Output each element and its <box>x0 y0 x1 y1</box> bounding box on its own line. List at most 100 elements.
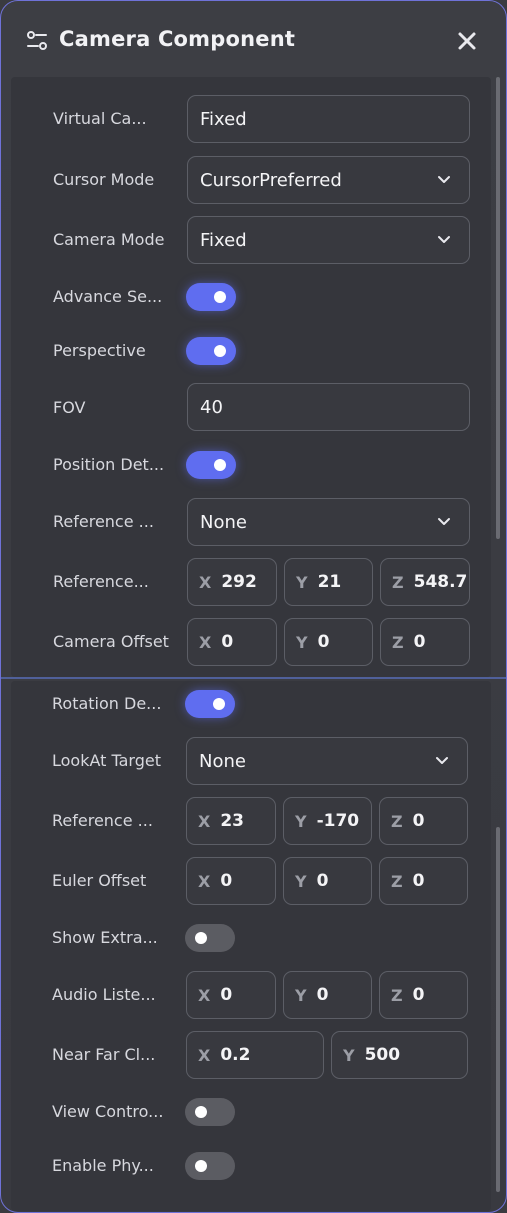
axis-y-label: Y <box>295 811 307 831</box>
camera-offset-x[interactable]: X0 <box>187 618 277 666</box>
lookat-target-label: LookAt Target <box>52 751 161 770</box>
reference-position-y-value: 21 <box>317 572 342 592</box>
reference-rotation-z-value: 0 <box>412 811 425 831</box>
axis-z-label: Z <box>391 811 403 831</box>
audio-listener-x-value: 0 <box>220 985 233 1005</box>
reference-rotation-y-value: -170 <box>316 811 360 831</box>
axis-x-label: X <box>198 1045 211 1065</box>
audio-listener-label: Audio Liste... <box>52 985 156 1004</box>
perspective-label: Perspective <box>53 341 146 360</box>
camera-mode-value: Fixed <box>200 229 247 251</box>
reference-target-label: Reference ... <box>53 512 154 531</box>
view-control-toggle[interactable] <box>185 1098 235 1126</box>
axis-z-label: Z <box>392 572 404 592</box>
axis-y-label: Y <box>296 572 308 592</box>
reference-position-x-value: 292 <box>221 572 257 592</box>
axis-x-label: X <box>198 985 211 1005</box>
camera-mode-dropdown[interactable]: Fixed <box>187 216 470 264</box>
reference-rotation-x-value: 23 <box>220 811 245 831</box>
rotation-detail-toggle[interactable] <box>185 690 235 718</box>
sliders-icon <box>27 31 47 50</box>
camera-offset-z-value: 0 <box>413 632 426 652</box>
scrollbar-bottom[interactable] <box>496 827 500 1192</box>
scrollbar-top[interactable] <box>496 77 500 539</box>
view-control-label: View Contro... <box>52 1102 164 1121</box>
far-clip-input[interactable]: Y 500 <box>331 1031 468 1079</box>
enable-physics-toggle[interactable] <box>185 1152 235 1180</box>
axis-y-label: Y <box>295 985 307 1005</box>
panel-header: Camera Component <box>1 1 506 77</box>
virtual-camera-value: Fixed <box>200 108 247 130</box>
advance-settings-label: Advance Se... <box>53 287 163 306</box>
position-detail-toggle[interactable] <box>186 451 236 479</box>
camera-offset-y[interactable]: Y0 <box>284 618 373 666</box>
chevron-down-icon <box>438 176 450 183</box>
near-clip-value: 0.2 <box>220 1045 251 1065</box>
cursor-mode-dropdown[interactable]: CursorPreferred <box>187 156 470 204</box>
camera-offset-y-value: 0 <box>317 632 330 652</box>
chevron-down-icon <box>436 757 448 764</box>
reference-position-x[interactable]: X 292 <box>187 558 277 606</box>
axis-x-label: X <box>199 572 212 592</box>
reference-position-z-value: 548.7 <box>413 572 468 592</box>
axis-x-label: X <box>199 632 212 652</box>
lookat-target-dropdown[interactable]: None <box>186 737 468 785</box>
enable-physics-label: Enable Phy... <box>52 1156 154 1175</box>
axis-y-label: Y <box>343 1045 355 1065</box>
section-divider <box>1 677 506 679</box>
lookat-target-value: None <box>199 750 246 772</box>
fov-label: FOV <box>53 398 86 417</box>
chevron-down-icon <box>438 236 450 243</box>
euler-offset-y-value: 0 <box>316 871 329 891</box>
perspective-toggle[interactable] <box>186 337 236 365</box>
euler-offset-x[interactable]: X0 <box>186 857 276 905</box>
near-far-clip-label: Near Far Cl... <box>52 1045 156 1064</box>
virtual-camera-label: Virtual Ca... <box>53 109 147 128</box>
audio-listener-y[interactable]: Y0 <box>283 971 372 1019</box>
camera-offset-z[interactable]: Z0 <box>380 618 470 666</box>
axis-z-label: Z <box>392 632 404 652</box>
camera-offset-x-value: 0 <box>221 632 234 652</box>
near-clip-input[interactable]: X 0.2 <box>186 1031 324 1079</box>
camera-component-panel: Camera Component Virtual Ca... Fixed Cur… <box>0 0 507 1213</box>
axis-y-label: Y <box>296 632 308 652</box>
euler-offset-z[interactable]: Z0 <box>379 857 468 905</box>
reference-rotation-z[interactable]: Z0 <box>379 797 468 845</box>
reference-target-value: None <box>200 511 247 533</box>
euler-offset-x-value: 0 <box>220 871 233 891</box>
audio-listener-z[interactable]: Z0 <box>379 971 468 1019</box>
audio-listener-z-value: 0 <box>412 985 425 1005</box>
reference-position-z[interactable]: Z 548.7 <box>380 558 470 606</box>
reference-position-y[interactable]: Y 21 <box>284 558 373 606</box>
toggle-knob <box>195 1106 207 1118</box>
toggle-knob <box>195 1160 207 1172</box>
reference-target-dropdown[interactable]: None <box>187 498 470 546</box>
far-clip-value: 500 <box>364 1045 401 1065</box>
axis-z-label: Z <box>391 871 403 891</box>
toggle-knob <box>195 932 207 944</box>
euler-offset-y[interactable]: Y0 <box>283 857 372 905</box>
audio-listener-y-value: 0 <box>316 985 329 1005</box>
fov-value: 40 <box>200 396 223 418</box>
show-extra-label: Show Extra... <box>52 928 158 947</box>
audio-listener-x[interactable]: X0 <box>186 971 276 1019</box>
reference-rotation-label: Reference ... <box>52 811 153 830</box>
toggle-knob <box>214 291 226 303</box>
camera-offset-label: Camera Offset <box>53 632 169 651</box>
show-extra-toggle[interactable] <box>185 924 235 952</box>
cursor-mode-label: Cursor Mode <box>53 170 155 189</box>
euler-offset-label: Euler Offset <box>52 871 147 890</box>
advance-settings-toggle[interactable] <box>186 283 236 311</box>
reference-rotation-x[interactable]: X 23 <box>186 797 276 845</box>
fov-input[interactable]: 40 <box>187 383 470 431</box>
close-icon[interactable] <box>455 29 479 53</box>
camera-mode-label: Camera Mode <box>53 230 165 249</box>
reference-rotation-y[interactable]: Y -170 <box>283 797 372 845</box>
euler-offset-z-value: 0 <box>412 871 425 891</box>
position-detail-label: Position Det... <box>53 455 165 474</box>
reference-position-label: Reference... <box>53 572 149 591</box>
axis-z-label: Z <box>391 985 403 1005</box>
axis-y-label: Y <box>295 871 307 891</box>
virtual-camera-field[interactable]: Fixed <box>187 95 470 143</box>
rotation-detail-label: Rotation De... <box>52 694 162 713</box>
